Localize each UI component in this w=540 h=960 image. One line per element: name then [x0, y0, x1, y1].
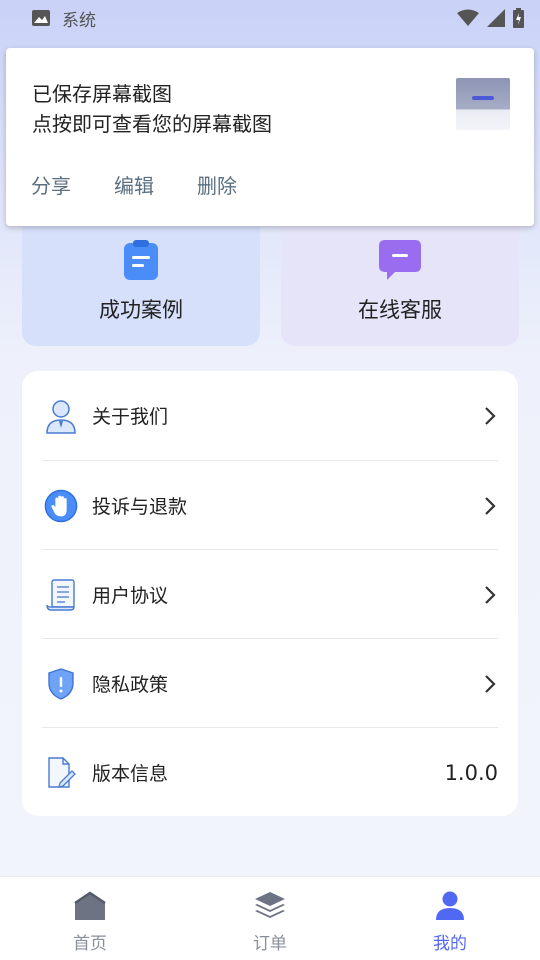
clipboard-icon: [124, 240, 158, 284]
settings-list: 关于我们 投诉与退款 用户协议 隐私政策 版本信息 1.0.0: [22, 371, 518, 816]
menu-item-privacy-policy[interactable]: 隐私政策: [42, 639, 498, 728]
wifi-icon: [457, 9, 479, 26]
edit-button[interactable]: 编辑: [114, 170, 154, 199]
edit-document-icon: [44, 756, 78, 790]
layers-icon: [254, 889, 286, 923]
screenshot-thumbnail[interactable]: [456, 78, 510, 130]
tab-label: 我的: [433, 934, 467, 954]
menu-item-label: 投诉与退款: [92, 496, 188, 518]
menu-item-label: 隐私政策: [92, 674, 169, 696]
tab-mine[interactable]: 我的: [390, 877, 510, 960]
user-icon: [435, 889, 465, 923]
home-icon: [74, 889, 106, 923]
battery-icon: [513, 8, 524, 28]
status-bar: 系统: [0, 0, 540, 36]
menu-item-label: 用户协议: [92, 585, 169, 607]
person-icon: [44, 399, 78, 434]
menu-item-about-us[interactable]: 关于我们: [42, 371, 498, 460]
menu-item-complaints-refunds[interactable]: 投诉与退款: [42, 461, 498, 550]
notification-title: 已保存屏幕截图: [32, 82, 172, 106]
shield-icon: [44, 667, 78, 701]
notification-subtitle: 点按即可查看您的屏幕截图: [32, 112, 272, 136]
bottom-tab-bar: 首页 订单 我的: [0, 876, 540, 960]
tab-orders[interactable]: 订单: [210, 877, 330, 960]
hand-stop-icon: [44, 489, 78, 523]
tab-home[interactable]: 首页: [30, 877, 150, 960]
menu-item-user-agreement[interactable]: 用户协议: [42, 550, 498, 639]
tab-label: 首页: [73, 934, 107, 954]
status-app-label: 系统: [62, 10, 96, 31]
chat-icon: [379, 240, 421, 284]
share-button[interactable]: 分享: [31, 170, 71, 199]
delete-button[interactable]: 删除: [197, 170, 237, 199]
chevron-right-icon: [485, 496, 496, 515]
gallery-icon: [32, 10, 50, 26]
tab-label: 订单: [253, 934, 287, 954]
chevron-right-icon: [485, 674, 496, 693]
online-service-label: 在线客服: [358, 298, 442, 322]
version-value: 1.0.0: [444, 760, 498, 785]
chevron-right-icon: [485, 585, 496, 604]
menu-item-version-info[interactable]: 版本信息 1.0.0: [42, 728, 498, 817]
menu-item-label: 关于我们: [92, 406, 169, 428]
chevron-right-icon: [485, 406, 496, 425]
menu-item-label: 版本信息: [92, 763, 169, 785]
success-cases-label: 成功案例: [99, 298, 183, 322]
signal-icon: [487, 9, 505, 27]
screenshot-notification[interactable]: 已保存屏幕截图 点按即可查看您的屏幕截图 分享 编辑 删除: [6, 48, 534, 226]
scroll-document-icon: [44, 578, 78, 612]
